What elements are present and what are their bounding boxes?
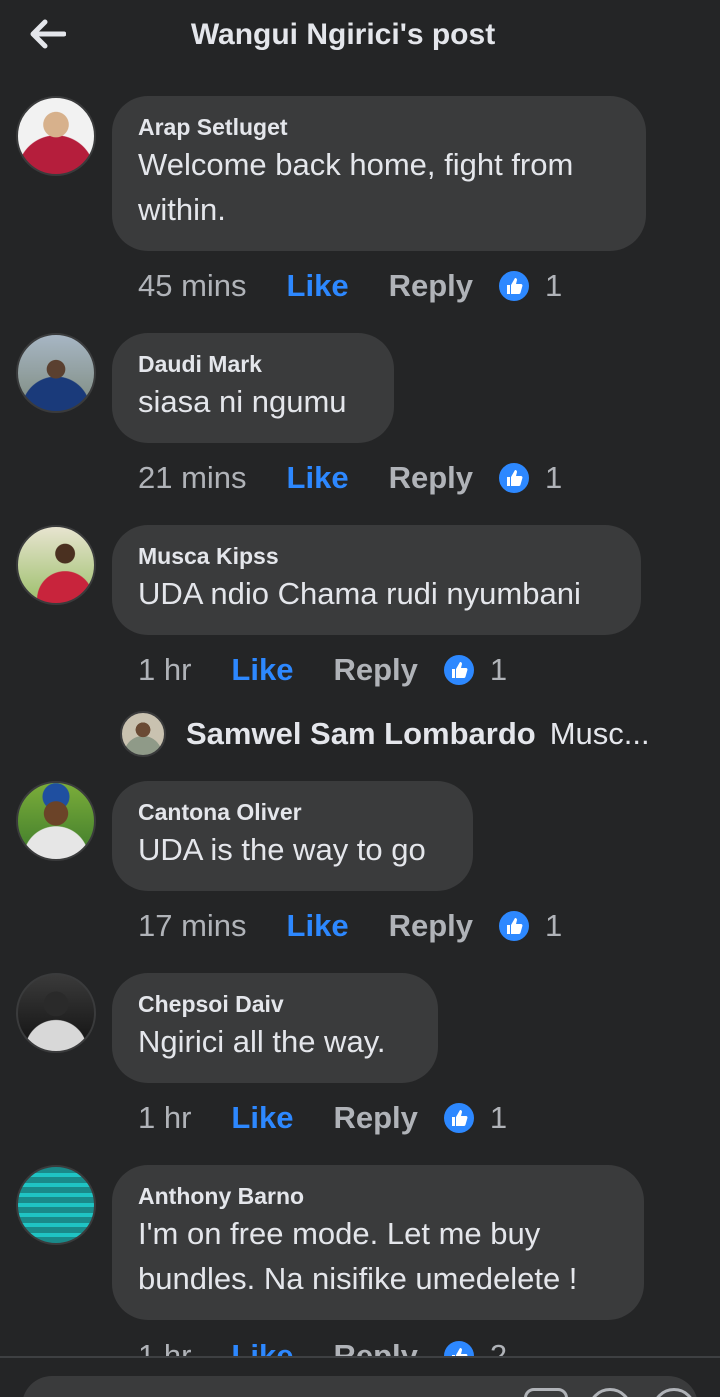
comment-actions: 17 mins Like Reply 1 [138, 906, 562, 946]
comment-actions: 1 hr Like Reply 1 [138, 650, 507, 690]
reply-button[interactable]: Reply [389, 268, 473, 304]
reaction-count[interactable]: 1 [441, 652, 508, 688]
thumbs-up-icon [497, 461, 531, 495]
comment-bubble[interactable]: Anthony Barno I'm on free mode. Let me b… [112, 1165, 644, 1320]
comment-bubble[interactable]: Daudi Mark siasa ni ngumu [112, 333, 394, 443]
reply-snippet: Musc... [549, 716, 650, 751]
reply-button[interactable]: Reply [333, 652, 417, 688]
reply-author: Samwel Sam Lombardo [186, 716, 536, 751]
comment-actions: 1 hr Like Reply 1 [138, 1098, 507, 1138]
avatar [120, 711, 166, 757]
avatar[interactable] [16, 1165, 96, 1245]
comment-bubble[interactable]: Musca Kipss UDA ndio Chama rudi nyumbani [112, 525, 641, 635]
like-button[interactable]: Like [231, 1100, 293, 1136]
avatar[interactable] [16, 333, 96, 413]
comment-time[interactable]: 1 hr [138, 652, 191, 688]
comment-time[interactable]: 45 mins [138, 268, 247, 304]
reaction-count-label: 1 [545, 268, 563, 303]
comment-bubble[interactable]: Cantona Oliver UDA is the way to go [112, 781, 473, 891]
comment-author[interactable]: Musca Kipss [138, 541, 615, 571]
comment-author[interactable]: Anthony Barno [138, 1181, 618, 1211]
reaction-count-label: 1 [489, 1100, 508, 1135]
reaction-count[interactable]: 1 [497, 908, 562, 944]
thumbs-up-icon [441, 653, 476, 687]
reaction-count-label: 1 [545, 460, 563, 495]
comment-text: UDA is the way to go [138, 832, 426, 867]
reaction-count-label: 1 [545, 908, 563, 943]
avatar[interactable] [16, 781, 96, 861]
like-button[interactable]: Like [231, 652, 293, 688]
reply-button[interactable]: Reply [389, 460, 473, 496]
comment-actions: 21 mins Like Reply 1 [138, 458, 562, 498]
reaction-count-label: 1 [489, 652, 508, 687]
comment-text: I'm on free mode. Let me buy bundles. Na… [138, 1216, 578, 1296]
reply-preview[interactable]: Samwel Sam Lombardo Musc... [120, 710, 700, 758]
comment-time[interactable]: 21 mins [138, 460, 247, 496]
comment-text: Welcome back home, fight from within. [138, 147, 574, 227]
thumbs-up-icon [497, 269, 531, 303]
comment-time[interactable]: 17 mins [138, 908, 247, 944]
reply-button[interactable]: Reply [333, 1100, 417, 1136]
comment-bubble[interactable]: Arap Setluget Welcome back home, fight f… [112, 96, 646, 251]
comment-text: UDA ndio Chama rudi nyumbani [138, 576, 581, 611]
top-bar: Wangui Ngirici's post [0, 0, 720, 80]
comment-author[interactable]: Cantona Oliver [138, 797, 447, 827]
reaction-count[interactable]: 1 [497, 268, 562, 304]
emoji-icon[interactable] [652, 1388, 696, 1397]
page-title: Wangui Ngirici's post [190, 18, 496, 51]
composer-icons [524, 1388, 696, 1397]
thumbs-up-icon [441, 1101, 476, 1135]
sticker-icon[interactable] [524, 1388, 568, 1397]
reply-button[interactable]: Reply [389, 908, 473, 944]
comment-composer-bar [0, 1356, 720, 1397]
thumbs-up-icon [497, 909, 531, 943]
camera-icon[interactable] [588, 1388, 632, 1397]
comment-author[interactable]: Arap Setluget [138, 112, 620, 142]
comment-author[interactable]: Chepsoi Daiv [138, 989, 412, 1019]
reaction-count[interactable]: 1 [497, 460, 562, 496]
comment-author[interactable]: Daudi Mark [138, 349, 368, 379]
avatar[interactable] [16, 973, 96, 1053]
comment-text: siasa ni ngumu [138, 384, 347, 419]
avatar[interactable] [16, 96, 96, 176]
comment-text: Ngirici all the way. [138, 1024, 386, 1059]
comment-time[interactable]: 1 hr [138, 1100, 191, 1136]
like-button[interactable]: Like [287, 460, 349, 496]
like-button[interactable]: Like [287, 268, 349, 304]
avatar[interactable] [16, 525, 96, 605]
comment-bubble[interactable]: Chepsoi Daiv Ngirici all the way. [112, 973, 438, 1083]
like-button[interactable]: Like [287, 908, 349, 944]
reaction-count[interactable]: 1 [441, 1100, 508, 1136]
comment-actions: 45 mins Like Reply 1 [138, 266, 562, 306]
